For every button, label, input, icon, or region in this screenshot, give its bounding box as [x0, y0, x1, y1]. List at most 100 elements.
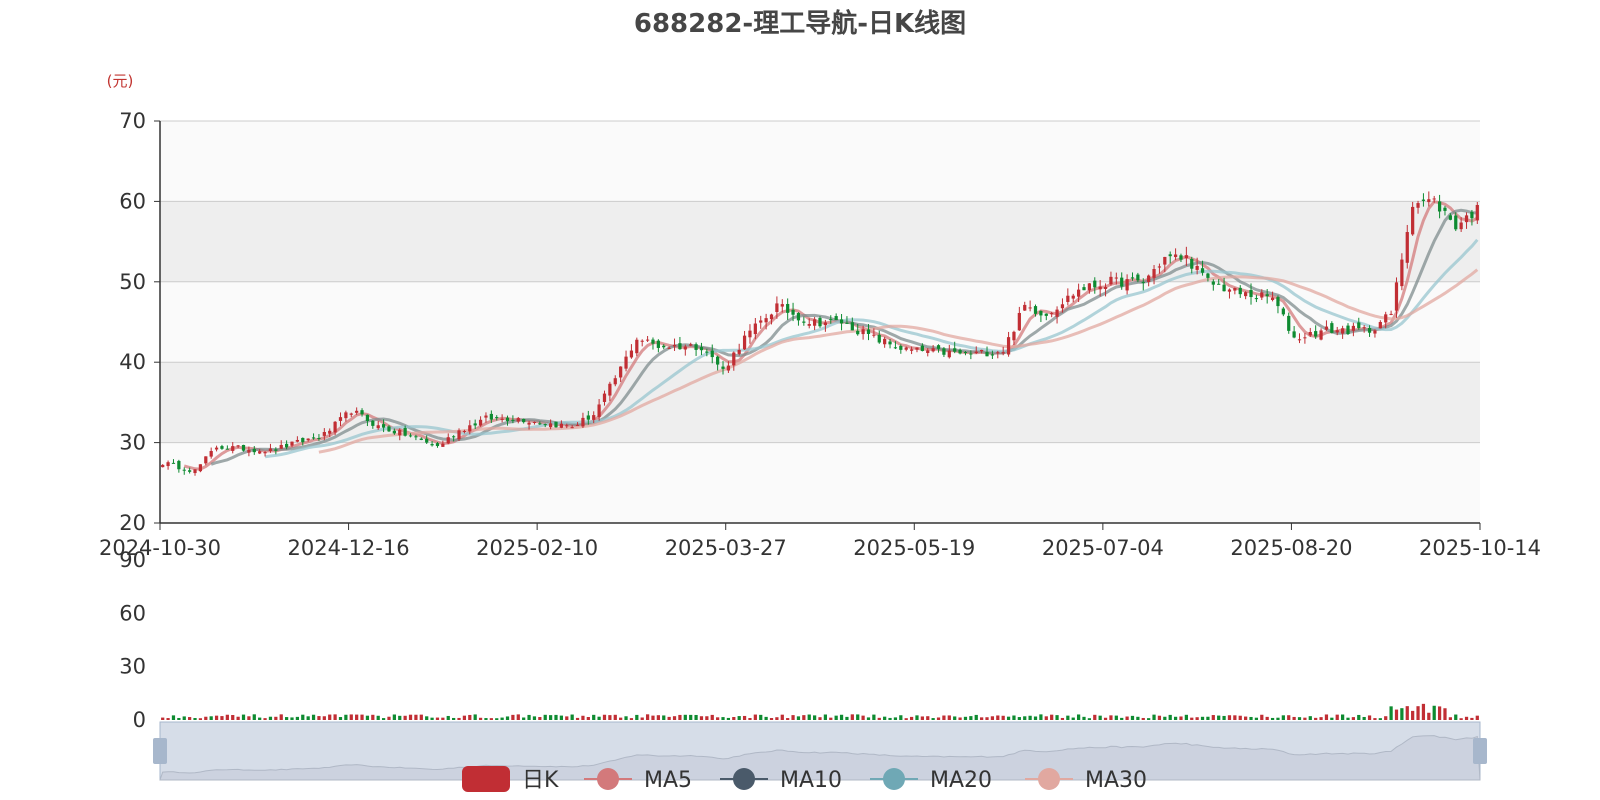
candle-up [613, 378, 617, 385]
candle-down [791, 309, 795, 315]
candle-up [640, 340, 644, 342]
volume-bar [629, 718, 634, 720]
volume-bar [1346, 717, 1350, 720]
volume-bar [1270, 717, 1275, 720]
candle-up [231, 446, 235, 451]
candle-down [958, 349, 962, 354]
volume-bar [899, 715, 903, 720]
candle-up [338, 417, 343, 421]
y-unit-label: (元) [107, 72, 134, 90]
x-tick-label: 2024-12-16 [288, 536, 410, 560]
volume-bar [866, 717, 871, 720]
volume-bar [317, 716, 321, 720]
volume-bar [742, 715, 747, 720]
volume-bar [1141, 717, 1145, 720]
volume-bar [344, 714, 348, 720]
volume-bar [430, 717, 434, 720]
volume-tick-label: 0 [133, 708, 146, 732]
candle-up [872, 334, 876, 336]
candle-up [1157, 266, 1162, 268]
volume-bar [441, 717, 445, 720]
slider-handle-left[interactable] [153, 738, 167, 764]
volume-bar [1136, 716, 1140, 720]
volume-bar [548, 715, 553, 720]
candle-up [1050, 313, 1054, 315]
candle-up [1464, 215, 1469, 223]
volume-bar [403, 715, 407, 720]
candle-up [376, 425, 380, 429]
volume-bar [1023, 716, 1027, 720]
candle-down [241, 444, 246, 451]
volume-bar [575, 717, 580, 720]
volume-bar [495, 718, 499, 720]
volume-bar [1432, 705, 1436, 720]
candle-up [398, 429, 402, 436]
candle-down [586, 415, 590, 420]
volume-bar [834, 715, 838, 720]
volume-bar [1082, 716, 1086, 720]
volume-bar [1211, 715, 1215, 720]
candle-down [489, 413, 493, 420]
plot-band [160, 442, 1480, 523]
candle-down [1217, 283, 1221, 285]
volume-bar [1324, 714, 1329, 720]
candle-up [1324, 326, 1329, 330]
volume-bar [807, 714, 811, 720]
candle-down [225, 448, 229, 450]
volume-bar [516, 714, 520, 720]
slider-handle-right[interactable] [1473, 738, 1487, 764]
candle-down [920, 345, 924, 351]
volume-bar [1076, 714, 1081, 720]
candle-up [759, 320, 763, 323]
candle-up [1389, 313, 1393, 315]
volume-bar [969, 716, 973, 720]
candle-up [575, 424, 580, 426]
candle-up [812, 319, 817, 326]
candle-down [1200, 268, 1205, 273]
candle-down [387, 426, 391, 432]
volume-bar [839, 714, 844, 720]
y-tick-label: 50 [119, 270, 146, 294]
candle-down [1130, 277, 1135, 279]
candle-up [1163, 256, 1167, 265]
volume-bar [1362, 716, 1366, 720]
candle-down [1136, 274, 1140, 281]
volume-bar [338, 717, 343, 720]
candle-up [1001, 352, 1005, 354]
volume-bar [1066, 715, 1070, 720]
volume-bar [877, 717, 881, 720]
volume-bar [786, 718, 790, 720]
volume-bar [565, 716, 569, 720]
candle-down [1281, 308, 1285, 315]
legend-dot-icon [1038, 768, 1060, 790]
candle-up [915, 347, 919, 350]
candle-up [161, 464, 165, 468]
candle-down [311, 437, 316, 439]
volume-bar [1292, 716, 1296, 720]
volume-bar [1195, 717, 1199, 720]
x-tick-label: 2025-02-10 [476, 536, 598, 560]
volume-bar [419, 714, 423, 720]
candle-down [888, 341, 892, 345]
candle-up [1028, 307, 1032, 309]
candle-down [220, 446, 224, 449]
volume-bar [398, 715, 402, 720]
kline-chart: 688282-理工导航-日K线图 (元) 20 30 40 50 60 70 2024-10… [99, 8, 1541, 793]
volume-bar [1125, 716, 1129, 720]
candle-up [753, 323, 757, 335]
candle-down [1470, 211, 1474, 219]
candle-up [193, 469, 197, 474]
volume-bar [381, 718, 386, 720]
candle-up [236, 445, 240, 447]
volume-bar [974, 714, 978, 720]
candle-up [457, 430, 461, 440]
candle-up [904, 347, 908, 350]
volume-bar [1238, 715, 1242, 720]
volume-bar [624, 716, 628, 720]
volume-bar [355, 714, 359, 720]
candle-down [1190, 258, 1194, 269]
volume-bar [473, 714, 477, 720]
candle-up [683, 346, 687, 350]
candle-up [748, 330, 752, 338]
volume-bar [1319, 717, 1323, 720]
